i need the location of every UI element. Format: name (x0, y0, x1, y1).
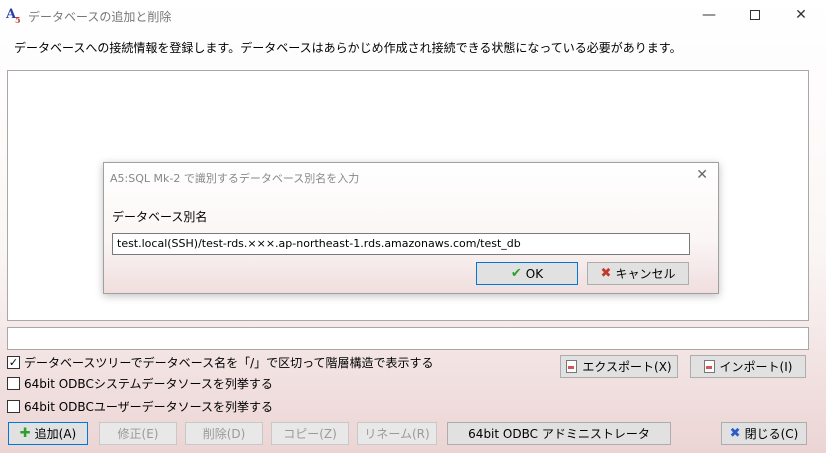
odbc-system-checkbox[interactable] (7, 376, 20, 390)
odbc-system-label: 64bit ODBCシステムデータソースを列挙する (24, 376, 273, 391)
dialog-close-button[interactable]: ✕ (696, 167, 708, 183)
import-label: インポート(I) (719, 360, 793, 374)
plus-icon: ✚ (19, 426, 31, 441)
odbc-user-option[interactable]: 64bit ODBCユーザーデータソースを列挙する (7, 398, 273, 414)
tree-split-label: データベースツリーでデータベース名を「/」で区切って階層構造で表示する (24, 355, 434, 370)
maximize-button[interactable] (732, 0, 778, 30)
copy-button[interactable]: コピー(Z) (271, 422, 349, 445)
odbc-system-option[interactable]: 64bit ODBCシステムデータソースを列挙する (7, 375, 273, 391)
alias-label: データベース別名 (112, 210, 208, 224)
check-icon: ✔ (510, 266, 522, 281)
export-icon (566, 360, 578, 373)
alias-input[interactable]: test.local(SSH)/test-rds.×××.ap-northeas… (112, 233, 690, 255)
close-x-icon: ✖ (729, 426, 741, 441)
edit-button[interactable]: 修正(E) (99, 422, 177, 445)
alias-dialog: A5:SQL Mk-2 で識別するデータベース別名を入力 ✕ データベース別名 … (103, 162, 719, 294)
close-window-button[interactable]: ✕ (778, 0, 824, 30)
tree-split-checkbox[interactable]: ✓ (7, 355, 20, 369)
window-title: データベースの追加と削除 (28, 10, 172, 24)
cross-icon: ✖ (600, 266, 612, 281)
title-bar: A5 データベースの追加と削除 — ✕ (0, 0, 826, 30)
rename-button[interactable]: リネーム(R) (357, 422, 437, 445)
import-button[interactable]: インポート(I) (690, 355, 806, 378)
add-label: 追加(A) (34, 427, 77, 441)
export-button[interactable]: エクスポート(X) (560, 355, 678, 378)
minimize-button[interactable]: — (686, 0, 732, 30)
dialog-title: A5:SQL Mk-2 で識別するデータベース別名を入力 (110, 172, 360, 185)
close-button[interactable]: ✖ 閉じる(C) (721, 422, 807, 445)
odbc-user-label: 64bit ODBCユーザーデータソースを列挙する (24, 399, 273, 414)
delete-button[interactable]: 削除(D) (185, 422, 263, 445)
app-icon: A5 (6, 7, 21, 25)
odbc-admin-button[interactable]: 64bit ODBC アドミニストレータ (447, 422, 671, 445)
ok-label: OK (525, 266, 544, 281)
odbc-user-checkbox[interactable] (7, 399, 20, 413)
description-text: データベースへの接続情報を登録します。データベースはあらかじめ作成され接続できる… (14, 41, 682, 55)
cancel-label: キャンセル (615, 267, 676, 281)
connection-info-field[interactable] (7, 327, 809, 350)
export-label: エクスポート(X) (582, 360, 672, 374)
maximize-icon (750, 10, 760, 20)
ok-button[interactable]: ✔ OK (476, 262, 578, 285)
cancel-button[interactable]: ✖ キャンセル (587, 262, 689, 285)
import-icon (703, 360, 715, 373)
close-label: 閉じる(C) (744, 427, 799, 441)
add-button[interactable]: ✚ 追加(A) (8, 422, 88, 445)
tree-split-option[interactable]: ✓ データベースツリーでデータベース名を「/」で区切って階層構造で表示する (7, 354, 434, 370)
